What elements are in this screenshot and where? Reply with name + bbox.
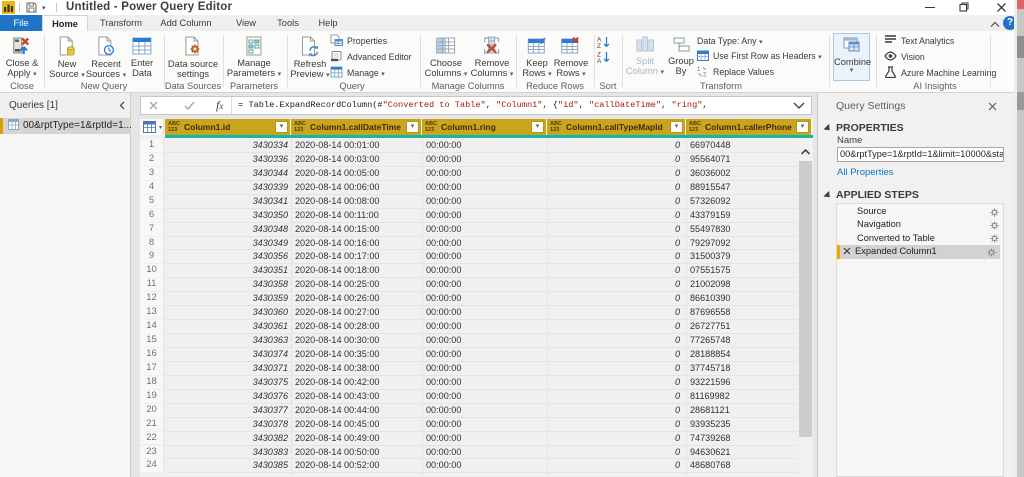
svg-text:A: A: [597, 58, 602, 63]
svg-text:2: 2: [703, 73, 707, 78]
svg-text:1: 1: [697, 67, 701, 73]
svg-text:Z: Z: [597, 43, 601, 48]
